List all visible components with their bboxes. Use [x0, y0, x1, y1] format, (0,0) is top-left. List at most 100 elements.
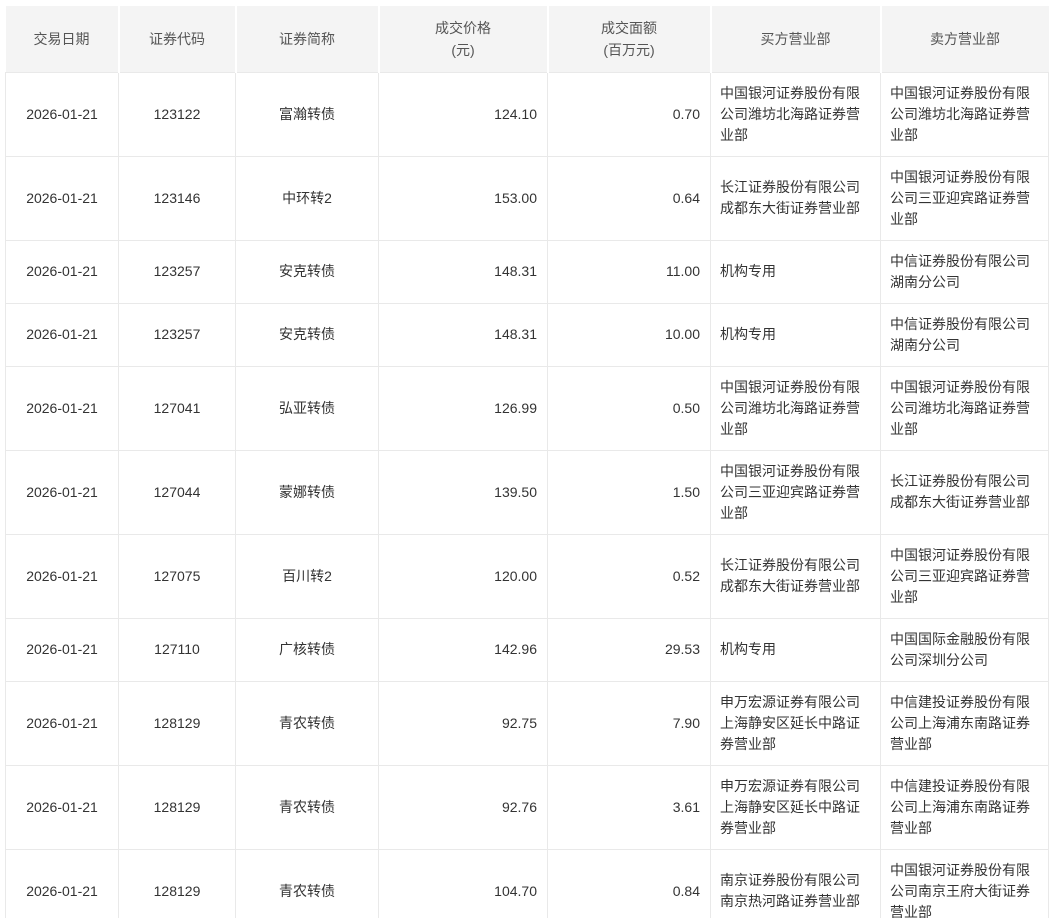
- table-row: 2026-01-21 123146 中环转2 153.00 0.64 长江证券股份有限公司…: [5, 155, 1049, 241]
- column-header-price: 成交价格 (元): [378, 6, 549, 72]
- table-row: 2026-01-21 127075 百川转2 120.00 0.52 长江证券股份有限公司…: [5, 533, 1049, 619]
- column-header-trade_date: 交易日期: [5, 6, 120, 72]
- cell-buyer: 中国银河证券股份有限公司三亚迎宾路证券营业部: [710, 449, 881, 535]
- column-header-unit: (元): [451, 41, 475, 58]
- column-header-label: 成交价格: [435, 19, 491, 36]
- page: 交易日期 证券代码 证券简称 成交价格 (元) 成交面额 (百万元) 买方营业部 卖方营业部 2…: [0, 0, 1053, 918]
- table-row: 2026-01-21 123122 富瀚转债 124.10 0.70 中国银河证券股份有限…: [5, 71, 1049, 157]
- cell-face_value: 3.61: [547, 764, 711, 850]
- cell-trade_date: 2026-01-21: [5, 71, 119, 157]
- cell-security_name: 百川转2: [235, 533, 379, 619]
- cell-face_value: 29.53: [547, 617, 711, 682]
- cell-seller: 中信建投证券股份有限公司上海浦东南路证券营业部: [880, 680, 1049, 766]
- cell-price: 139.50: [378, 449, 548, 535]
- cell-buyer: 中国银河证券股份有限公司潍坊北海路证券营业部: [710, 365, 881, 451]
- cell-price: 142.96: [378, 617, 548, 682]
- block-trades-table-container: 交易日期 证券代码 证券简称 成交价格 (元) 成交面额 (百万元) 买方营业部 卖方营业部 2…: [5, 6, 1049, 918]
- cell-price: 104.70: [378, 848, 548, 918]
- cell-seller: 中国银河证券股份有限公司潍坊北海路证券营业部: [880, 71, 1049, 157]
- table-row: 2026-01-21 127041 弘亚转债 126.99 0.50 中国银河证券股份有限…: [5, 365, 1049, 451]
- cell-price: 153.00: [378, 155, 548, 241]
- cell-security_code: 127110: [118, 617, 236, 682]
- cell-buyer: 机构专用: [710, 239, 881, 304]
- cell-security_name: 青农转债: [235, 680, 379, 766]
- cell-face_value: 0.52: [547, 533, 711, 619]
- cell-price: 148.31: [378, 302, 548, 367]
- column-header-label: 成交面额: [601, 19, 657, 36]
- cell-security_code: 123257: [118, 302, 236, 367]
- table-row: 2026-01-21 128129 青农转债 104.70 0.84 南京证券股份有限公司…: [5, 848, 1049, 918]
- cell-face_value: 1.50: [547, 449, 711, 535]
- cell-seller: 中国银河证券股份有限公司南京王府大街证券营业部: [880, 848, 1049, 918]
- column-header-label: 证券简称: [279, 30, 335, 47]
- table-row: 2026-01-21 123257 安克转债 148.31 10.00 机构专用 中信证券股…: [5, 302, 1049, 367]
- table-body: 2026-01-21 123122 富瀚转债 124.10 0.70 中国银河证券股份有限…: [5, 71, 1049, 918]
- cell-price: 124.10: [378, 71, 548, 157]
- cell-seller: 中信证券股份有限公司湖南分公司: [880, 302, 1049, 367]
- cell-trade_date: 2026-01-21: [5, 617, 119, 682]
- cell-price: 148.31: [378, 239, 548, 304]
- cell-seller: 中国国际金融股份有限公司深圳分公司: [880, 617, 1049, 682]
- cell-seller: 中国银河证券股份有限公司三亚迎宾路证券营业部: [880, 155, 1049, 241]
- cell-security_name: 青农转债: [235, 764, 379, 850]
- cell-face_value: 11.00: [547, 239, 711, 304]
- column-header-face_value: 成交面额 (百万元): [547, 6, 712, 72]
- cell-face_value: 0.50: [547, 365, 711, 451]
- table-row: 2026-01-21 128129 青农转债 92.75 7.90 申万宏源证券有限公司上…: [5, 680, 1049, 766]
- cell-seller: 中国银河证券股份有限公司三亚迎宾路证券营业部: [880, 533, 1049, 619]
- cell-security_code: 123257: [118, 239, 236, 304]
- cell-security_name: 弘亚转债: [235, 365, 379, 451]
- cell-seller: 长江证券股份有限公司成都东大街证券营业部: [880, 449, 1049, 535]
- cell-security_code: 123146: [118, 155, 236, 241]
- table-row: 2026-01-21 128129 青农转债 92.76 3.61 申万宏源证券有限公司上…: [5, 764, 1049, 850]
- column-header-label: 卖方营业部: [930, 30, 1000, 47]
- cell-security_code: 128129: [118, 848, 236, 918]
- cell-security_name: 安克转债: [235, 302, 379, 367]
- cell-buyer: 南京证券股份有限公司南京热河路证券营业部: [710, 848, 881, 918]
- cell-price: 92.75: [378, 680, 548, 766]
- cell-face_value: 7.90: [547, 680, 711, 766]
- column-header-label: 证券代码: [149, 30, 205, 47]
- cell-buyer: 申万宏源证券有限公司上海静安区延长中路证券营业部: [710, 764, 881, 850]
- cell-face_value: 0.64: [547, 155, 711, 241]
- cell-trade_date: 2026-01-21: [5, 155, 119, 241]
- cell-security_name: 中环转2: [235, 155, 379, 241]
- cell-price: 120.00: [378, 533, 548, 619]
- block-trades-table: 交易日期 证券代码 证券简称 成交价格 (元) 成交面额 (百万元) 买方营业部 卖方营业部 2…: [5, 6, 1049, 918]
- cell-trade_date: 2026-01-21: [5, 239, 119, 304]
- column-header-security_name: 证券简称: [235, 6, 380, 72]
- cell-buyer: 申万宏源证券有限公司上海静安区延长中路证券营业部: [710, 680, 881, 766]
- cell-security_code: 128129: [118, 680, 236, 766]
- table-row: 2026-01-21 127110 广核转债 142.96 29.53 机构专用 中国国际金…: [5, 617, 1049, 682]
- cell-buyer: 机构专用: [710, 617, 881, 682]
- cell-trade_date: 2026-01-21: [5, 680, 119, 766]
- cell-buyer: 中国银河证券股份有限公司潍坊北海路证券营业部: [710, 71, 881, 157]
- cell-security_code: 127044: [118, 449, 236, 535]
- column-header-label: 买方营业部: [760, 30, 831, 47]
- cell-security_name: 广核转债: [235, 617, 379, 682]
- cell-trade_date: 2026-01-21: [5, 302, 119, 367]
- cell-seller: 中国银河证券股份有限公司潍坊北海路证券营业部: [880, 365, 1049, 451]
- header-row: 交易日期 证券代码 证券简称 成交价格 (元) 成交面额 (百万元) 买方营业部 卖方营业部: [5, 6, 1049, 72]
- column-header-label: 交易日期: [33, 30, 90, 47]
- cell-security_name: 青农转债: [235, 848, 379, 918]
- column-header-buyer: 买方营业部: [710, 6, 882, 72]
- cell-security_code: 128129: [118, 764, 236, 850]
- cell-security_name: 蒙娜转债: [235, 449, 379, 535]
- cell-seller: 中信建投证券股份有限公司上海浦东南路证券营业部: [880, 764, 1049, 850]
- cell-face_value: 0.70: [547, 71, 711, 157]
- cell-trade_date: 2026-01-21: [5, 848, 119, 918]
- cell-trade_date: 2026-01-21: [5, 365, 119, 451]
- table-row: 2026-01-21 127044 蒙娜转债 139.50 1.50 中国银河证券股份有限…: [5, 449, 1049, 535]
- table-row: 2026-01-21 123257 安克转债 148.31 11.00 机构专用 中信证券股…: [5, 239, 1049, 304]
- column-header-security_code: 证券代码: [118, 6, 237, 72]
- cell-security_code: 123122: [118, 71, 236, 157]
- cell-security_code: 127041: [118, 365, 236, 451]
- cell-buyer: 长江证券股份有限公司成都东大街证券营业部: [710, 533, 881, 619]
- cell-face_value: 0.84: [547, 848, 711, 918]
- column-header-seller: 卖方营业部: [880, 6, 1049, 72]
- table-header: 交易日期 证券代码 证券简称 成交价格 (元) 成交面额 (百万元) 买方营业部 卖方营业部: [5, 6, 1049, 72]
- cell-buyer: 长江证券股份有限公司成都东大街证券营业部: [710, 155, 881, 241]
- cell-security_name: 安克转债: [235, 239, 379, 304]
- cell-face_value: 10.00: [547, 302, 711, 367]
